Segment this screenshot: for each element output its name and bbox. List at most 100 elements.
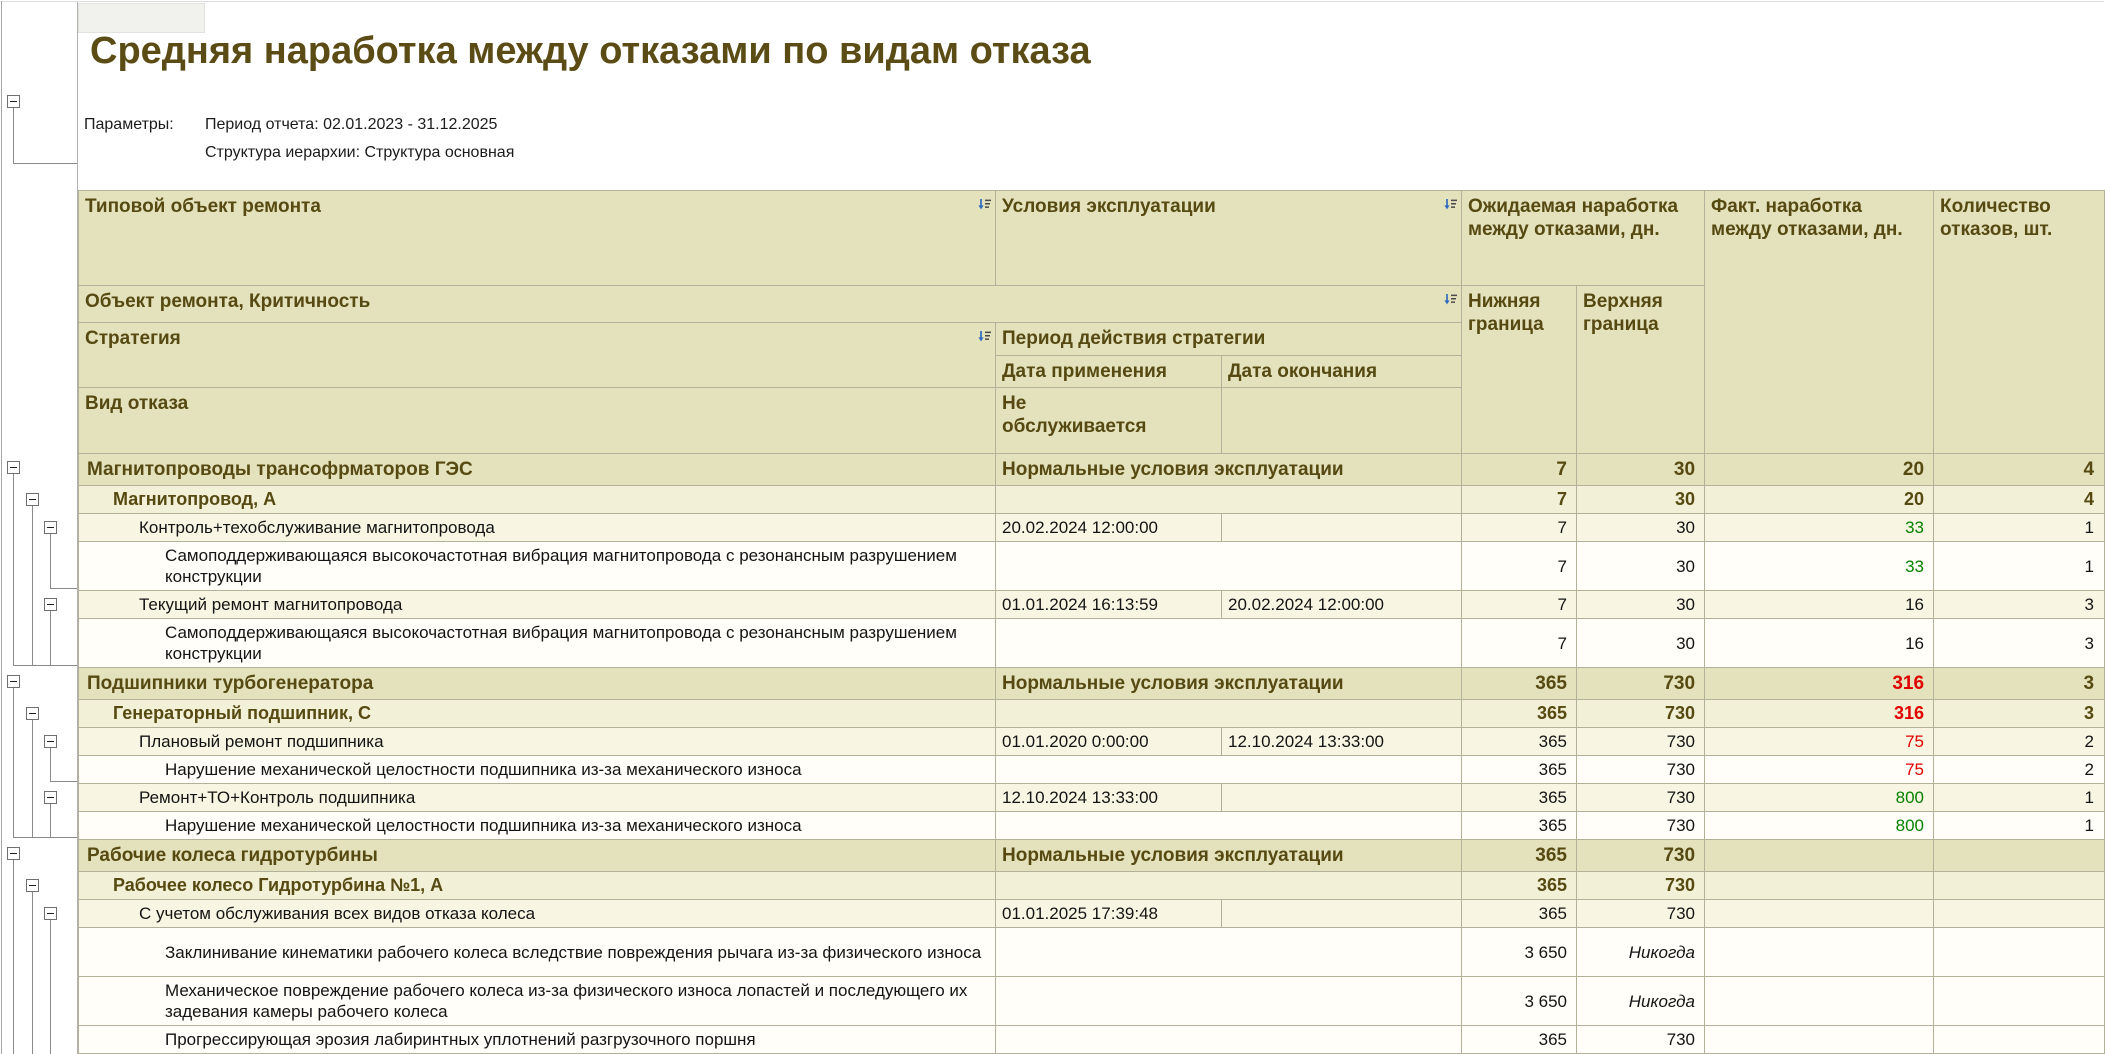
cell-actual-mtbf[interactable]: 316	[1704, 699, 1935, 728]
cell-lower-bound[interactable]: 365	[1461, 667, 1577, 700]
cell-name[interactable]: Генераторный подшипник, С	[78, 699, 996, 728]
cell-failure-count[interactable]	[1933, 1025, 2106, 1054]
cell-actual-mtbf[interactable]	[1704, 899, 1935, 928]
column-header-lower-bound[interactable]: Нижняя граница	[1461, 285, 1577, 454]
column-header-strategy-period[interactable]: Период действия стратегии	[995, 322, 1462, 356]
cell-actual-mtbf[interactable]	[1704, 927, 1935, 977]
cell-lower-bound[interactable]: 365	[1461, 899, 1577, 928]
cell-conditions[interactable]: Нормальные условия эксплуатации	[995, 667, 1462, 700]
cell-upper-bound[interactable]: 730	[1575, 727, 1706, 756]
cell-actual-mtbf[interactable]: 33	[1704, 541, 1935, 591]
collapse-toggle[interactable]	[44, 521, 57, 534]
cell-actual-mtbf[interactable]: 20	[1704, 453, 1935, 486]
cell-lower-bound[interactable]: 365	[1461, 871, 1577, 900]
collapse-toggle[interactable]	[44, 791, 57, 804]
cell-name[interactable]: Контроль+техобслуживание магнитопровода	[78, 513, 996, 542]
cell-name[interactable]: Нарушение механической целостности подши…	[78, 755, 996, 784]
cell-name[interactable]: Плановый ремонт подшипника	[78, 727, 996, 756]
cell-actual-mtbf[interactable]: 75	[1704, 727, 1935, 756]
cell-name[interactable]: Нарушение механической целостности подши…	[78, 811, 996, 840]
column-header-date-to[interactable]: Дата окончания	[1221, 355, 1462, 388]
collapse-toggle[interactable]	[26, 707, 39, 720]
cell-actual-mtbf[interactable]	[1704, 871, 1935, 900]
cell-name[interactable]: Ремонт+ТО+Контроль подшипника	[78, 783, 996, 812]
column-header-repair-object[interactable]: Объект ремонта, Критичность	[78, 285, 1462, 323]
cell-date-from[interactable]: 01.01.2020 0:00:00	[995, 727, 1222, 756]
cell-lower-bound[interactable]: 365	[1461, 811, 1577, 840]
collapse-toggle[interactable]	[7, 675, 20, 688]
cell-upper-bound[interactable]: 30	[1575, 618, 1706, 668]
cell-upper-bound[interactable]: 730	[1575, 811, 1706, 840]
cell-name[interactable]: Текущий ремонт магнитопровода	[78, 590, 996, 619]
cell-failure-count[interactable]: 3	[1933, 699, 2106, 728]
column-header-object[interactable]: Типовой объект ремонта	[78, 190, 996, 286]
cell-actual-mtbf[interactable]: 800	[1704, 811, 1935, 840]
cell-failure-count[interactable]: 4	[1933, 453, 2106, 486]
collapse-toggle[interactable]	[26, 493, 39, 506]
header-not-serviced-cell[interactable]: Не обслуживается	[995, 387, 1222, 454]
cell-actual-mtbf[interactable]: 20	[1704, 485, 1935, 514]
cell-lower-bound[interactable]: 365	[1461, 727, 1577, 756]
cell-failure-count[interactable]: 3	[1933, 618, 2106, 668]
cell-actual-mtbf[interactable]: 33	[1704, 513, 1935, 542]
cell-failure-count[interactable]: 2	[1933, 727, 2106, 756]
cell-date-to[interactable]: 12.10.2024 13:33:00	[1221, 727, 1462, 756]
cell-date-to[interactable]	[1221, 513, 1462, 542]
cell-failure-count[interactable]: 4	[1933, 485, 2106, 514]
cell-date-to[interactable]	[1221, 899, 1462, 928]
collapse-toggle[interactable]	[7, 847, 20, 860]
cell-lower-bound[interactable]: 365	[1461, 1025, 1577, 1054]
cell-upper-bound[interactable]: Никогда	[1575, 927, 1706, 977]
cell-failure-count[interactable]: 1	[1933, 541, 2106, 591]
cell-date-from[interactable]: 12.10.2024 13:33:00	[995, 783, 1222, 812]
cell-lower-bound[interactable]: 3 650	[1461, 976, 1577, 1026]
cell-failure-count[interactable]: 1	[1933, 513, 2106, 542]
cell-actual-mtbf[interactable]	[1704, 976, 1935, 1026]
cell-lower-bound[interactable]: 7	[1461, 541, 1577, 591]
cell-name[interactable]: Магнитопроводы трансофрматоров ГЭС	[78, 453, 996, 486]
cell-lower-bound[interactable]: 365	[1461, 783, 1577, 812]
cell-lower-bound[interactable]: 7	[1461, 485, 1577, 514]
cell-upper-bound[interactable]: 730	[1575, 699, 1706, 728]
cell-lower-bound[interactable]: 7	[1461, 618, 1577, 668]
cell-failure-count[interactable]: 3	[1933, 590, 2106, 619]
cell-name[interactable]: Самоподдерживающаяся высокочастотная виб…	[78, 618, 996, 668]
cell-actual-mtbf[interactable]: 316	[1704, 667, 1935, 700]
cell-failure-count[interactable]: 1	[1933, 783, 2106, 812]
cell-upper-bound[interactable]: 30	[1575, 513, 1706, 542]
cell-failure-count[interactable]	[1933, 839, 2106, 872]
cell-lower-bound[interactable]: 3 650	[1461, 927, 1577, 977]
cell-name[interactable]: Рабочие колеса гидротурбины	[78, 839, 996, 872]
cell-upper-bound[interactable]: 730	[1575, 783, 1706, 812]
cell-conditions[interactable]	[995, 871, 1462, 900]
cell-date-from[interactable]: 01.01.2025 17:39:48	[995, 899, 1222, 928]
cell-failure-count[interactable]	[1933, 899, 2106, 928]
cell-name[interactable]: Рабочее колесо Гидротурбина №1, А	[78, 871, 996, 900]
cell-conditions[interactable]: Нормальные условия эксплуатации	[995, 839, 1462, 872]
collapse-toggle[interactable]	[44, 907, 57, 920]
cell-conditions[interactable]	[995, 811, 1462, 840]
cell-lower-bound[interactable]: 365	[1461, 699, 1577, 728]
cell-upper-bound[interactable]: 30	[1575, 590, 1706, 619]
cell-name[interactable]: Магнитопровод, А	[78, 485, 996, 514]
sort-ascending-icon[interactable]	[977, 327, 992, 342]
cell-conditions[interactable]	[995, 485, 1462, 514]
cell-name[interactable]: Прогрессирующая эрозия лабиринтных уплот…	[78, 1025, 996, 1054]
column-header-upper-bound[interactable]: Верхняя граница	[1575, 285, 1706, 454]
cell-conditions[interactable]	[995, 976, 1462, 1026]
cell-upper-bound[interactable]: 730	[1575, 667, 1706, 700]
cell-date-from[interactable]: 20.02.2024 12:00:00	[995, 513, 1222, 542]
cell-upper-bound[interactable]: 730	[1575, 839, 1706, 872]
cell-lower-bound[interactable]: 365	[1461, 839, 1577, 872]
column-header-expected-mtbf[interactable]: Ожидаемая наработка между отказами, дн.	[1460, 190, 1706, 286]
cell-actual-mtbf[interactable]: 75	[1704, 755, 1935, 784]
column-header-actual-mtbf[interactable]: Факт. наработка между отказами, дн.	[1704, 190, 1935, 454]
cell-failure-count[interactable]	[1933, 927, 2106, 977]
cell-name[interactable]: Подшипники турбогенератора	[78, 667, 996, 700]
cell-lower-bound[interactable]: 365	[1461, 755, 1577, 784]
sort-ascending-icon[interactable]	[977, 195, 992, 210]
cell-failure-count[interactable]: 2	[1933, 755, 2106, 784]
collapse-toggle[interactable]	[26, 879, 39, 892]
cell-name[interactable]: Самоподдерживающаяся высокочастотная виб…	[78, 541, 996, 591]
column-header-strategy[interactable]: Стратегия	[78, 322, 996, 388]
